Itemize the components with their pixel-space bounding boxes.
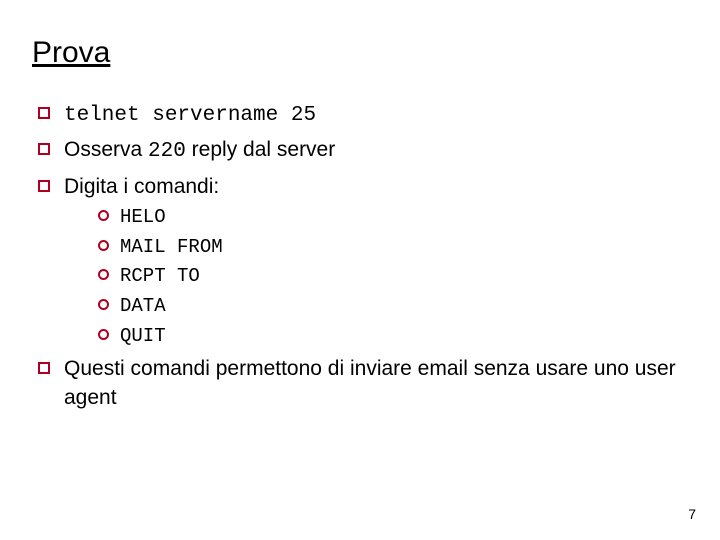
bullet-osserva: Osserva 220 reply dal server	[38, 136, 688, 166]
cmd-helo: HELO	[98, 205, 688, 231]
osserva-post: reply dal server	[186, 138, 335, 161]
cmd-quit: QUIT	[98, 324, 688, 350]
page-number: 7	[688, 506, 696, 522]
telnet-command: telnet servername 25	[64, 104, 316, 127]
cmd-mail-from: MAIL FROM	[98, 235, 688, 261]
cmd-data: DATA	[98, 294, 688, 320]
osserva-pre: Osserva	[64, 138, 148, 161]
page-title: Prova	[32, 36, 688, 70]
bullet-digita: Digita i comandi: HELO MAIL FROM RCPT TO…	[38, 173, 688, 350]
top-list: telnet servername 25 Osserva 220 reply d…	[38, 100, 688, 412]
bullet-telnet: telnet servername 25	[38, 100, 688, 130]
digita-text: Digita i comandi:	[64, 175, 219, 198]
commands-list: HELO MAIL FROM RCPT TO DATA QUIT	[98, 205, 688, 349]
bullet-summary: Questi comandi permettono di inviare ema…	[38, 355, 688, 412]
slide: Prova telnet servername 25 Osserva 220 r…	[0, 0, 720, 540]
cmd-rcpt-to: RCPT TO	[98, 264, 688, 290]
reply-code: 220	[148, 140, 186, 163]
